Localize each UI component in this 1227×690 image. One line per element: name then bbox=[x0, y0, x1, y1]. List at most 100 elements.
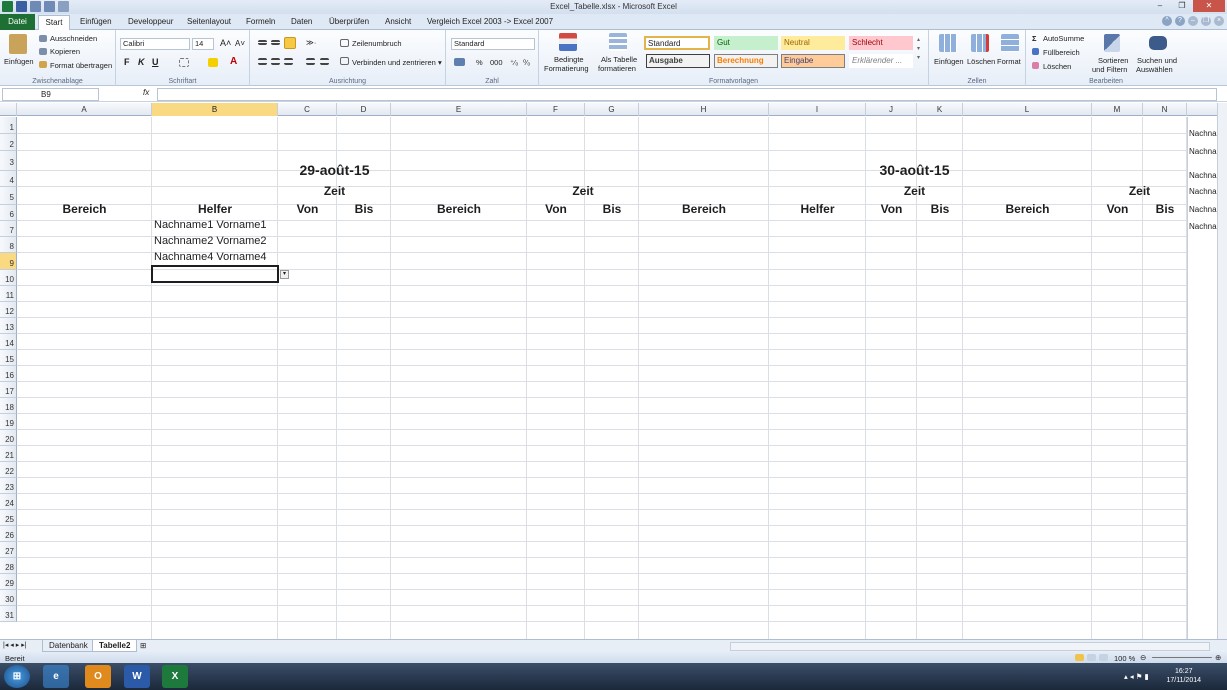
align-left-icon[interactable] bbox=[258, 58, 267, 65]
borders-icon[interactable] bbox=[179, 58, 189, 67]
wrap-text-button[interactable]: Zeilenumbruch bbox=[352, 39, 402, 48]
currency-icon[interactable] bbox=[454, 58, 465, 66]
helfer-header[interactable]: Helfer bbox=[769, 202, 866, 216]
page-layout-view-icon[interactable] bbox=[1087, 654, 1096, 661]
tab-review[interactable]: Überprüfen bbox=[329, 17, 369, 26]
paste-button[interactable]: Einfügen bbox=[4, 57, 34, 66]
horizontal-scrollbar[interactable] bbox=[730, 642, 1210, 651]
paste-icon[interactable] bbox=[9, 34, 27, 54]
align-right-icon[interactable] bbox=[284, 58, 293, 65]
clear-button[interactable]: Löschen bbox=[1043, 62, 1071, 71]
bereich-header[interactable]: Bereich bbox=[17, 202, 152, 216]
style-ausgabe[interactable]: Ausgabe bbox=[646, 54, 710, 68]
zeit-header[interactable]: Zeit bbox=[527, 184, 639, 198]
percent-button[interactable]: % bbox=[476, 58, 483, 67]
row-header[interactable]: 10 bbox=[0, 270, 17, 286]
row-header[interactable]: 6 bbox=[0, 205, 17, 221]
vertical-scrollbar[interactable] bbox=[1217, 103, 1227, 639]
format-cells-button[interactable]: Format bbox=[997, 57, 1021, 66]
column-header[interactable]: C bbox=[278, 103, 337, 116]
close-button[interactable]: ✕ bbox=[1193, 0, 1225, 12]
start-orb-icon[interactable]: ⊞ bbox=[4, 665, 30, 688]
style-erklaerender[interactable]: Erklärender ... bbox=[849, 54, 913, 68]
new-sheet-icon[interactable]: ⊞ bbox=[140, 641, 146, 650]
fill-button[interactable]: Füllbereich bbox=[1043, 48, 1080, 57]
bereich-header[interactable]: Bereich bbox=[639, 202, 769, 216]
style-berechnung[interactable]: Berechnung bbox=[714, 54, 778, 68]
tray-icons[interactable]: ▴ ◂ ⚑ ▮ bbox=[1124, 672, 1149, 681]
shrink-font-icon[interactable]: A˅ bbox=[235, 39, 245, 48]
row-header[interactable]: 2 bbox=[0, 134, 17, 151]
autosum-button[interactable]: AutoSumme bbox=[1043, 34, 1084, 43]
von-header[interactable]: Von bbox=[866, 202, 917, 216]
window-minimize-icon[interactable]: – bbox=[1188, 16, 1198, 26]
row-header[interactable]: 8 bbox=[0, 237, 17, 253]
column-header[interactable]: A bbox=[17, 103, 152, 116]
row-header[interactable]: 26 bbox=[0, 526, 17, 542]
bis-header[interactable]: Bis bbox=[585, 202, 639, 216]
sheet-tab-datenbank[interactable]: Datenbank bbox=[42, 640, 95, 652]
tab-insert[interactable]: Einfügen bbox=[80, 17, 112, 26]
row-header[interactable]: 21 bbox=[0, 446, 17, 462]
column-header[interactable]: I bbox=[769, 103, 866, 116]
bold-button[interactable]: F bbox=[124, 57, 130, 67]
von-header[interactable]: Von bbox=[1092, 202, 1143, 216]
font-family-select[interactable]: Calibri bbox=[120, 38, 190, 50]
format-as-table-label-2[interactable]: formatieren bbox=[598, 64, 636, 73]
insert-cells-button[interactable]: Einfügen bbox=[934, 57, 964, 66]
align-center-icon[interactable] bbox=[271, 58, 280, 65]
row-header[interactable]: 5 bbox=[0, 187, 17, 205]
window-close-icon[interactable]: × bbox=[1214, 16, 1224, 26]
row-header[interactable]: 19 bbox=[0, 414, 17, 430]
align-middle-icon[interactable] bbox=[271, 40, 280, 45]
row-header[interactable]: 15 bbox=[0, 350, 17, 366]
zoom-in-icon[interactable]: ⊕ bbox=[1215, 652, 1221, 663]
column-header[interactable]: N bbox=[1143, 103, 1187, 116]
sheet-nav-arrows-icon[interactable]: |◂ ◂ ▸ ▸| bbox=[3, 641, 27, 649]
merge-center-button[interactable]: Verbinden und zentrieren bbox=[352, 58, 436, 67]
increase-indent-icon[interactable] bbox=[320, 58, 329, 65]
thousands-button[interactable]: 000 bbox=[490, 58, 503, 67]
name-box[interactable]: B9 bbox=[2, 88, 99, 101]
row-header[interactable]: 3 bbox=[0, 151, 17, 171]
conditional-formatting-label-1[interactable]: Bedingte bbox=[554, 55, 584, 64]
underline-button[interactable]: U bbox=[152, 57, 159, 67]
column-header[interactable]: J bbox=[866, 103, 917, 116]
row-header[interactable]: 17 bbox=[0, 382, 17, 398]
tab-data[interactable]: Daten bbox=[291, 17, 312, 26]
helper-cell[interactable]: Nachname1 Vorname1 bbox=[154, 219, 267, 231]
zeit-header[interactable]: Zeit bbox=[1092, 184, 1187, 198]
tab-page-layout[interactable]: Seitenlayout bbox=[187, 17, 231, 26]
decrease-indent-icon[interactable] bbox=[306, 58, 315, 65]
font-color-icon[interactable]: A bbox=[230, 56, 237, 67]
von-header[interactable]: Von bbox=[278, 202, 337, 216]
bereich-header[interactable]: Bereich bbox=[391, 202, 527, 216]
grow-font-icon[interactable]: A˄ bbox=[220, 38, 231, 48]
tab-formulas[interactable]: Formeln bbox=[246, 17, 275, 26]
find-select-label-1[interactable]: Suchen und bbox=[1137, 56, 1177, 65]
spreadsheet-grid[interactable]: A B C D E F G H I J K L M N 1 2 3 4 5 6 7 8 9 10 1… bbox=[0, 103, 1227, 639]
conditional-formatting-label-2[interactable]: Formatierung bbox=[544, 64, 589, 73]
row-header[interactable]: 30 bbox=[0, 590, 17, 606]
align-top-icon[interactable] bbox=[258, 40, 267, 45]
tab-file[interactable]: Datei bbox=[0, 14, 35, 30]
column-header[interactable]: L bbox=[963, 103, 1092, 116]
decrease-decimal-icon[interactable]: ⁰⁄₀ bbox=[523, 58, 530, 67]
row-header[interactable]: 4 bbox=[0, 171, 17, 187]
zeit-header[interactable]: Zeit bbox=[278, 184, 391, 198]
helper-cell[interactable]: Nachname2 Vorname2 bbox=[154, 235, 267, 247]
row-header[interactable]: 1 bbox=[0, 117, 17, 134]
orientation-icon[interactable]: ≫· bbox=[306, 38, 316, 47]
row-header[interactable]: 27 bbox=[0, 542, 17, 558]
date-header-1[interactable]: 29-août-15 bbox=[278, 162, 391, 178]
row-header[interactable]: 23 bbox=[0, 478, 17, 494]
column-header[interactable]: M bbox=[1092, 103, 1143, 116]
column-header[interactable]: B bbox=[152, 103, 278, 116]
select-all-corner[interactable] bbox=[0, 103, 17, 116]
style-gut[interactable]: Gut bbox=[714, 36, 778, 50]
column-header[interactable]: K bbox=[917, 103, 963, 116]
word-icon[interactable]: W bbox=[124, 665, 150, 688]
format-painter-button[interactable]: Format übertragen bbox=[50, 61, 112, 70]
row-header[interactable]: 14 bbox=[0, 334, 17, 350]
font-size-select[interactable]: 14 bbox=[192, 38, 214, 50]
